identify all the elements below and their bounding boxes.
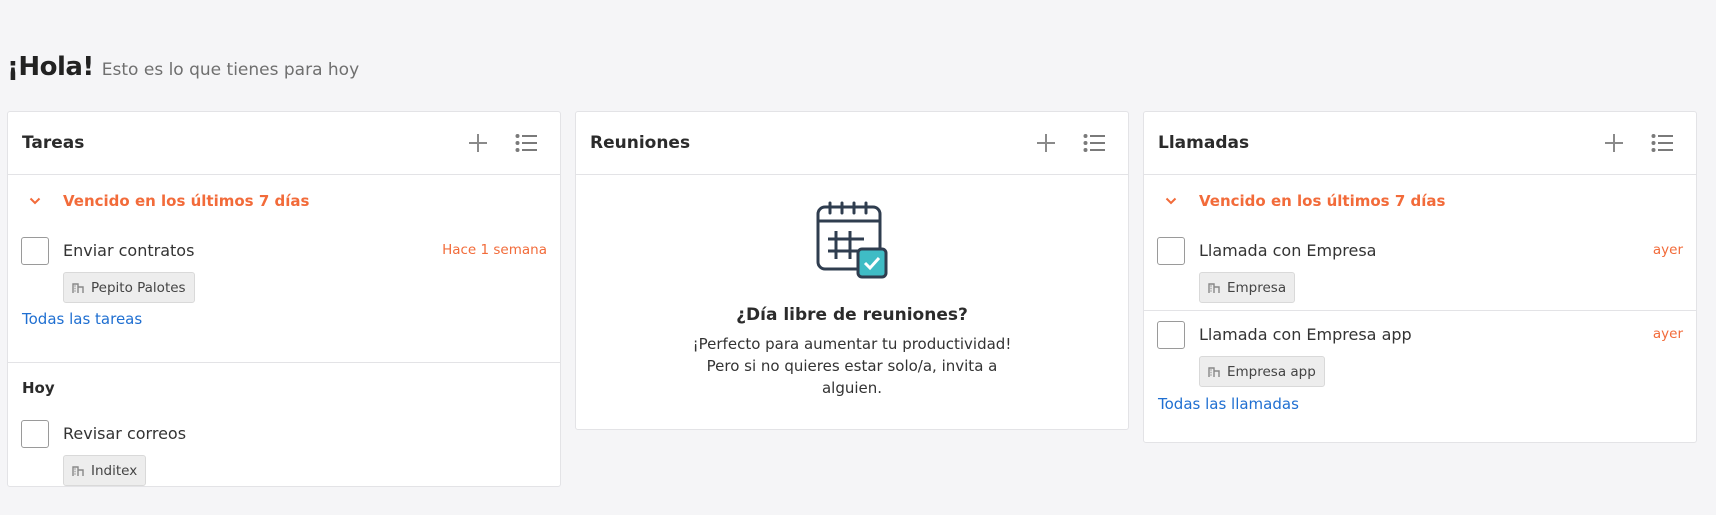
calls-title: Llamadas — [1158, 133, 1250, 153]
chevron-down-icon — [1165, 197, 1193, 205]
tasks-title: Tareas — [22, 133, 85, 153]
meetings-empty-state: ¿Día libre de reuniones? ¡Perfecto para … — [576, 175, 1128, 399]
greeting: ¡Hola! Esto es lo que tienes para hoy — [7, 52, 359, 82]
task-due: Hace 1 semana — [442, 242, 547, 258]
greeting-title: ¡Hola! — [7, 52, 94, 82]
greeting-subtitle: Esto es lo que tienes para hoy — [101, 60, 360, 80]
meetings-card: Reuniones ¿Día libre de reuniones? ¡Perf… — [575, 111, 1129, 430]
call-tag-label: Empresa app — [1227, 363, 1316, 380]
call-title[interactable]: Llamada con Empresa — [1199, 241, 1376, 260]
building-icon — [1208, 366, 1220, 377]
call-tag-label: Empresa — [1227, 279, 1287, 296]
call-due: ayer — [1652, 242, 1683, 258]
task-checkbox[interactable] — [21, 237, 49, 265]
building-icon — [72, 465, 84, 476]
calls-list-view-button[interactable] — [1642, 123, 1682, 163]
tasks-today-label: Hoy — [22, 379, 55, 397]
task-title[interactable]: Enviar contratos — [63, 241, 194, 260]
building-icon — [1208, 282, 1220, 293]
call-tag-chip[interactable]: Empresa app — [1199, 356, 1325, 387]
meetings-empty-title: ¿Día libre de reuniones? — [736, 305, 968, 325]
meetings-title: Reuniones — [590, 133, 691, 153]
call-checkbox[interactable] — [1157, 237, 1185, 265]
call-due: ayer — [1652, 326, 1683, 342]
list-icon — [1083, 134, 1105, 152]
meetings-header: Reuniones — [576, 112, 1128, 175]
all-calls-link[interactable]: Todas las llamadas — [1158, 395, 1299, 413]
meetings-list-view-button[interactable] — [1074, 123, 1114, 163]
task-tag-label: Inditex — [91, 462, 138, 479]
chevron-down-icon — [29, 197, 57, 205]
calls-card: Llamadas Vencido en los últimos 7 días L… — [1143, 111, 1697, 443]
tasks-overdue-toggle[interactable]: Vencido en los últimos 7 días — [8, 175, 560, 227]
calls-header: Llamadas — [1144, 112, 1696, 175]
call-item: Llamada con Empresa app ayer Empresa app — [1144, 311, 1696, 394]
meetings-empty-text: ¡Perfecto para aumentar tu productividad… — [692, 335, 1012, 397]
building-icon — [72, 282, 84, 293]
task-tag-label: Pepito Palotes — [91, 279, 186, 296]
calendar-check-icon — [816, 201, 888, 279]
all-tasks-link[interactable]: Todas las tareas — [22, 310, 142, 328]
add-call-button[interactable] — [1594, 123, 1634, 163]
add-task-button[interactable] — [458, 123, 498, 163]
call-tag-chip[interactable]: Empresa — [1199, 272, 1296, 303]
task-title[interactable]: Revisar correos — [63, 424, 186, 443]
add-meeting-button[interactable] — [1026, 123, 1066, 163]
call-title[interactable]: Llamada con Empresa app — [1199, 325, 1412, 344]
calls-overdue-label: Vencido en los últimos 7 días — [1199, 192, 1446, 210]
tasks-list-view-button[interactable] — [506, 123, 546, 163]
list-icon — [1651, 134, 1673, 152]
task-tag-chip[interactable]: Inditex — [63, 455, 147, 486]
calls-overdue-toggle[interactable]: Vencido en los últimos 7 días — [1144, 175, 1696, 227]
list-icon — [515, 134, 537, 152]
tasks-header: Tareas — [8, 112, 560, 175]
plus-icon — [1605, 134, 1623, 152]
task-checkbox[interactable] — [21, 420, 49, 448]
tasks-overdue-label: Vencido en los últimos 7 días — [63, 192, 310, 210]
task-item: Enviar contratos Hace 1 semana Pepito Pa… — [8, 227, 560, 310]
tasks-card: Tareas Vencido en los últimos 7 días Env… — [7, 111, 561, 487]
task-tag-chip[interactable]: Pepito Palotes — [63, 272, 195, 303]
task-item: Revisar correos Inditex — [8, 410, 560, 488]
plus-icon — [1037, 134, 1055, 152]
plus-icon — [469, 134, 487, 152]
call-item: Llamada con Empresa ayer Empresa — [1144, 227, 1696, 310]
call-checkbox[interactable] — [1157, 321, 1185, 349]
